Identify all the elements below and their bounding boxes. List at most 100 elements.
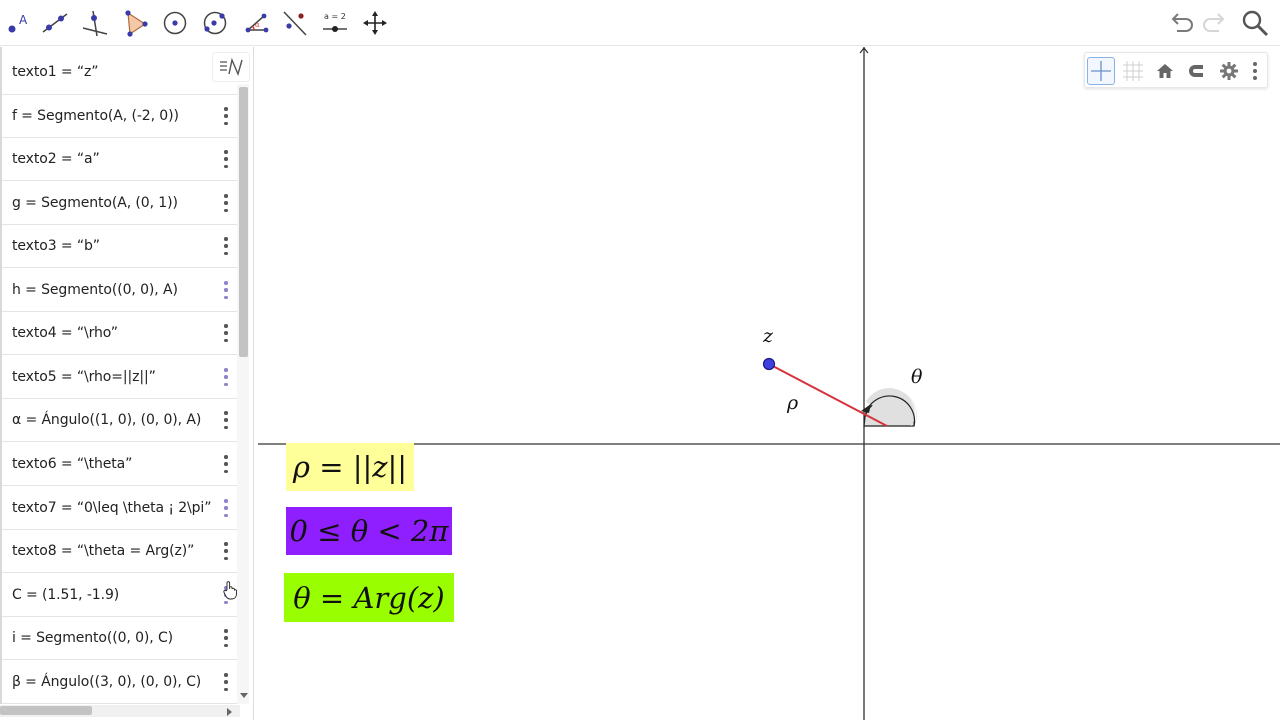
label-theta: θ <box>911 366 923 388</box>
toggle-grid-button[interactable] <box>1119 57 1147 85</box>
grid-icon <box>1123 61 1143 81</box>
undo-button[interactable] <box>1166 6 1196 40</box>
algebra-item-text: texto6 = “\theta” <box>12 456 133 472</box>
algebra-item-text: texto5 = “\rho=||z||” <box>12 369 156 385</box>
graphics-style-bar <box>1084 52 1268 88</box>
toolbar: A α a = 2 <box>0 0 1280 46</box>
algebra-item-menu-icon[interactable] <box>223 281 229 299</box>
algebra-item[interactable]: C = (1.51, -1.9) <box>2 574 237 617</box>
slider-tool-label: a = 2 <box>324 12 346 21</box>
algebra-item-menu-icon[interactable] <box>223 411 229 429</box>
algebra-item[interactable]: texto3 = “b” <box>2 225 237 268</box>
redo-button[interactable] <box>1200 6 1230 40</box>
algebra-item-menu-icon[interactable] <box>223 237 229 255</box>
move-graphics-view-tool[interactable] <box>356 4 394 42</box>
geogebra-app: A α a = 2 texto1 = “z” f = Segmento(A, (… <box>0 0 1280 720</box>
algebra-toggle-button[interactable] <box>212 52 250 82</box>
redo-icon <box>1203 13 1225 32</box>
algebra-item[interactable]: β = Ángulo((3, 0), (0, 0), C) <box>2 661 237 704</box>
toggle-axes-button[interactable] <box>1087 57 1115 85</box>
algebra-horizontal-scroll-thumb[interactable] <box>0 706 92 715</box>
algebra-item[interactable]: f = Segmento(A, (-2, 0)) <box>2 95 237 138</box>
perpendicular-icon <box>82 10 108 37</box>
label-rho: ρ <box>787 392 799 414</box>
algebra-item[interactable]: texto4 = “\rho” <box>2 312 237 355</box>
algebra-item-text: texto3 = “b” <box>12 238 100 254</box>
algebra-item-menu-icon[interactable] <box>223 324 229 342</box>
algebra-description-icon <box>220 57 243 77</box>
algebra-item[interactable]: texto8 = “\theta = Arg(z)” <box>2 530 237 573</box>
algebra-item[interactable]: texto2 = “a” <box>2 138 237 181</box>
angle-icon: α <box>245 13 269 33</box>
text-box-rho-norm-label: ρ = ||z|| <box>292 450 408 484</box>
algebra-vertical-scroll-thumb[interactable] <box>239 87 248 357</box>
undo-icon <box>1171 13 1193 32</box>
algebra-item-text: g = Segmento(A, (0, 1)) <box>12 195 178 211</box>
algebra-item-text: f = Segmento(A, (-2, 0)) <box>12 108 179 124</box>
circle-three-points-tool[interactable] <box>196 4 234 42</box>
more-vertical-icon <box>1253 62 1257 80</box>
home-icon <box>1157 64 1173 78</box>
line-icon <box>42 13 68 33</box>
style-bar-more-button[interactable] <box>1247 57 1263 85</box>
algebra-item[interactable]: texto7 = “0\leq \theta ¡ 2\pi” <box>2 487 237 530</box>
text-box-theta-range[interactable]: 0 ≤ θ < 2π <box>286 507 452 555</box>
algebra-item-menu-icon[interactable] <box>223 150 229 168</box>
search-button[interactable] <box>1240 6 1270 40</box>
algebra-item[interactable]: texto1 = “z” <box>2 49 237 95</box>
algebra-item-text: texto4 = “\rho” <box>12 325 118 341</box>
algebra-view: texto1 = “z” f = Segmento(A, (-2, 0)) text… <box>0 47 254 720</box>
search-icon <box>1242 10 1269 37</box>
algebra-item-text: i = Segmento((0, 0), C) <box>12 630 174 646</box>
algebra-item-menu-icon[interactable] <box>223 499 229 517</box>
standard-view-button[interactable] <box>1151 57 1179 85</box>
algebra-item-text: texto1 = “z” <box>12 63 99 80</box>
algebra-item-text: texto8 = “\theta = Arg(z)” <box>12 543 195 559</box>
algebra-item-menu-icon[interactable] <box>223 194 229 212</box>
algebra-item-menu-icon[interactable] <box>223 542 229 560</box>
point-capturing-button[interactable] <box>1183 57 1211 85</box>
algebra-item[interactable]: h = Segmento((0, 0), A) <box>2 269 237 312</box>
point-icon: A <box>8 13 28 33</box>
algebra-item-menu-icon[interactable] <box>223 673 229 691</box>
algebra-item-text: C = (1.51, -1.9) <box>12 587 120 603</box>
point-tool-label: A <box>19 13 28 27</box>
gear-icon <box>1220 62 1238 80</box>
slider-icon: a = 2 <box>323 12 347 32</box>
algebra-item[interactable]: α = Ángulo((1, 0), (0, 0), A) <box>2 399 237 442</box>
graphics-view[interactable]: z ρ θ ρ = ||z|| 0 ≤ θ < 2π θ = Arg(z) <box>258 47 1280 720</box>
axes-icon <box>1091 61 1111 81</box>
angle-tool[interactable]: α <box>236 4 274 42</box>
algebra-item-menu-icon[interactable] <box>223 629 229 647</box>
algebra-item[interactable]: texto5 = “\rho=||z||” <box>2 356 237 399</box>
text-box-theta-range-label: 0 ≤ θ < 2π <box>289 514 449 548</box>
algebra-item[interactable]: i = Segmento((0, 0), C) <box>2 617 237 660</box>
algebra-item-text: texto2 = “a” <box>12 151 100 167</box>
label-z: z <box>763 325 774 347</box>
graphics-settings-button[interactable] <box>1215 57 1243 85</box>
polygon-tool[interactable] <box>116 4 154 42</box>
reflect-tool[interactable] <box>276 4 314 42</box>
algebra-item-text: α = Ángulo((1, 0), (0, 0), A) <box>12 412 202 428</box>
magnet-icon <box>1189 65 1203 77</box>
algebra-item[interactable]: texto6 = “\theta” <box>2 443 237 486</box>
point-z[interactable] <box>762 357 776 371</box>
scroll-down-arrow-icon[interactable] <box>240 693 248 698</box>
circle-center-icon <box>163 11 187 35</box>
text-box-theta-arg-label: θ = Arg(z) <box>293 580 445 615</box>
line-tool[interactable] <box>36 4 74 42</box>
perpendicular-line-tool[interactable] <box>76 4 114 42</box>
algebra-item-text: h = Segmento((0, 0), A) <box>12 282 178 298</box>
slider-tool[interactable]: a = 2 <box>316 4 354 42</box>
text-box-theta-arg[interactable]: θ = Arg(z) <box>284 573 454 622</box>
algebra-item-menu-icon[interactable] <box>223 455 229 473</box>
algebra-item-text: β = Ángulo((3, 0), (0, 0), C) <box>12 674 202 690</box>
point-tool[interactable]: A <box>0 4 38 42</box>
circle-center-tool[interactable] <box>156 4 194 42</box>
algebra-item-menu-icon[interactable] <box>223 107 229 125</box>
polygon-icon <box>125 10 148 37</box>
algebra-item[interactable]: g = Segmento(A, (0, 1)) <box>2 182 237 225</box>
scroll-right-arrow-icon[interactable] <box>227 708 232 716</box>
algebra-item-menu-icon[interactable] <box>223 368 229 386</box>
text-box-rho-norm[interactable]: ρ = ||z|| <box>286 443 414 491</box>
